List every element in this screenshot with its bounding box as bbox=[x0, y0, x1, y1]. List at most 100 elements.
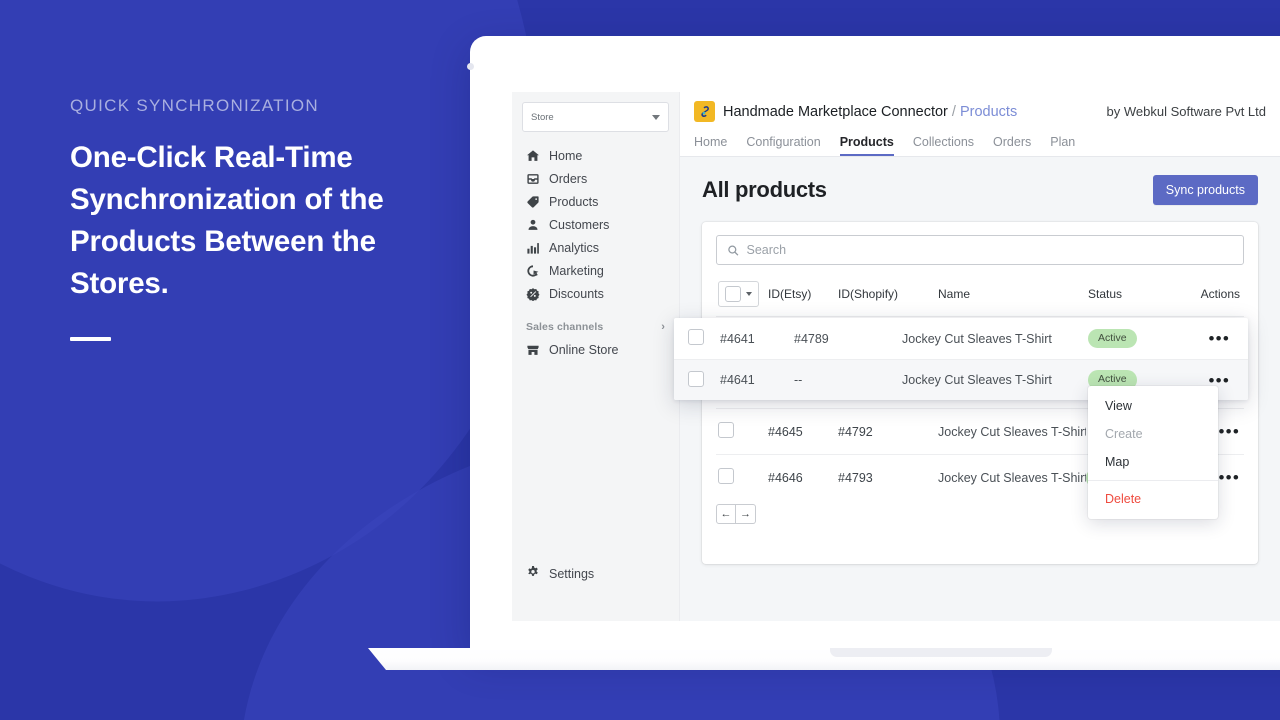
cell-id-etsy: #4641 bbox=[720, 331, 755, 346]
customers-icon bbox=[526, 218, 540, 232]
search-input[interactable] bbox=[746, 243, 1233, 257]
column-header-status: Status bbox=[1088, 287, 1123, 301]
sidebar-section-label: Sales channels bbox=[526, 321, 604, 333]
laptop-base bbox=[368, 648, 1280, 670]
chevron-right-icon: › bbox=[661, 321, 665, 333]
table-header-row: ID(Etsy) ID(Shopify) Name Status Actions bbox=[716, 275, 1244, 317]
menu-item-delete[interactable]: Delete bbox=[1088, 485, 1218, 513]
home-icon bbox=[526, 149, 540, 163]
sidebar-item-label: Discounts bbox=[549, 286, 604, 301]
select-all-header bbox=[716, 275, 768, 317]
tab-configuration[interactable]: Configuration bbox=[746, 135, 820, 157]
menu-divider bbox=[1088, 480, 1218, 481]
tab-products[interactable]: Products bbox=[839, 135, 894, 156]
chevron-down-icon bbox=[652, 114, 660, 120]
app-topbar: Handmade Marketplace Connector / Product… bbox=[680, 92, 1280, 131]
column-header-id-etsy: ID(Etsy) bbox=[768, 287, 812, 301]
promo-eyebrow: QUICK SYNCHRONIZATION bbox=[70, 96, 319, 115]
menu-item-map[interactable]: Map bbox=[1088, 448, 1218, 476]
vendor-credit: by Webkul Software Pvt Ltd bbox=[1106, 104, 1266, 119]
sidebar-item-marketing[interactable]: Marketing bbox=[512, 259, 679, 282]
chevron-down-icon[interactable] bbox=[746, 292, 752, 296]
column-header-id-shopify: ID(Shopify) bbox=[838, 287, 899, 301]
cell-id-shopify: #4789 bbox=[794, 331, 829, 346]
cell-id-etsy: #4641 bbox=[720, 373, 755, 387]
sidebar-nav: Home Orders Products Customers Analytics… bbox=[512, 144, 679, 361]
tab-home[interactable]: Home bbox=[694, 135, 727, 157]
search-icon bbox=[728, 245, 739, 256]
store-selector[interactable]: Store bbox=[522, 102, 669, 132]
row-select-cell bbox=[716, 409, 768, 455]
orders-icon bbox=[526, 172, 540, 186]
pagination-next-button[interactable]: → bbox=[736, 503, 756, 524]
page-title: All products bbox=[702, 177, 827, 202]
laptop-trackpad-notch bbox=[830, 648, 1052, 657]
row-checkbox[interactable] bbox=[718, 422, 734, 438]
promo-copy: QUICK SYNCHRONIZATION One-Click Real-Tim… bbox=[70, 96, 470, 341]
sidebar-section-sales-channels[interactable]: Sales channels › bbox=[512, 321, 679, 333]
sidebar-item-label: Customers bbox=[549, 217, 610, 232]
sidebar-item-products[interactable]: Products bbox=[512, 190, 679, 213]
promo-divider-rule bbox=[70, 337, 111, 341]
row-select-cell bbox=[674, 329, 720, 348]
app-tabs: Home Configuration Products Collections … bbox=[680, 131, 1280, 157]
tab-collections[interactable]: Collections bbox=[913, 135, 974, 157]
promo-slide: QUICK SYNCHRONIZATION One-Click Real-Tim… bbox=[0, 0, 1280, 720]
row-checkbox[interactable] bbox=[688, 370, 704, 387]
menu-item-create: Create bbox=[1105, 427, 1143, 441]
sidebar-item-orders[interactable]: Orders bbox=[512, 167, 679, 190]
status-badge: Active bbox=[1088, 328, 1137, 349]
page-header: All products Sync products bbox=[702, 175, 1258, 205]
gear-icon bbox=[526, 565, 540, 582]
row-actions-menu-icon[interactable]: ••• bbox=[1219, 468, 1240, 487]
marketing-icon bbox=[526, 264, 540, 278]
sidebar-item-label: Orders bbox=[549, 171, 588, 186]
row-actions-cell[interactable]: ••• bbox=[1192, 330, 1248, 347]
sidebar-item-label: Online Store bbox=[549, 342, 619, 357]
store-selector-label: Store bbox=[531, 111, 554, 123]
discounts-icon bbox=[526, 287, 540, 301]
table-row[interactable]: #4641 #4789 Jockey Cut Sleaves T-Shirt A… bbox=[674, 318, 1248, 359]
sidebar-item-home[interactable]: Home bbox=[512, 144, 679, 167]
sidebar-item-label: Products bbox=[549, 194, 599, 209]
tab-plan[interactable]: Plan bbox=[1050, 135, 1075, 157]
sidebar-item-label: Analytics bbox=[549, 240, 600, 255]
sync-products-button[interactable]: Sync products bbox=[1152, 175, 1258, 205]
row-select-cell bbox=[674, 370, 720, 390]
cell-name: Jockey Cut Sleaves T-Shirt bbox=[902, 331, 1052, 346]
search-field[interactable] bbox=[716, 235, 1244, 265]
sidebar-item-analytics[interactable]: Analytics bbox=[512, 236, 679, 259]
row-actions-menu-icon[interactable]: ••• bbox=[1219, 422, 1240, 441]
sidebar-item-settings[interactable]: Settings bbox=[512, 565, 679, 582]
sidebar-item-discounts[interactable]: Discounts bbox=[512, 282, 679, 305]
cell-name: Jockey Cut Sleaves T-Shirt bbox=[902, 373, 1052, 387]
cell-id-etsy: #4646 bbox=[768, 470, 803, 485]
tab-orders[interactable]: Orders bbox=[993, 135, 1031, 157]
row-select-cell bbox=[716, 455, 768, 501]
cell-name: Jockey Cut Sleaves T-Shirt bbox=[938, 424, 1086, 439]
sidebar-item-customers[interactable]: Customers bbox=[512, 213, 679, 236]
laptop-camera-dot bbox=[467, 63, 474, 70]
menu-item-view[interactable]: View bbox=[1088, 392, 1218, 420]
app-name: Handmade Marketplace Connector bbox=[723, 103, 948, 120]
sidebar-item-label: Settings bbox=[549, 566, 595, 581]
sidebar: Store Home Orders Products Customers Ana… bbox=[512, 92, 680, 621]
sidebar-item-online-store[interactable]: Online Store bbox=[512, 338, 679, 361]
online-store-icon bbox=[526, 343, 540, 357]
row-checkbox[interactable] bbox=[718, 468, 734, 485]
products-table-head: ID(Etsy) ID(Shopify) Name Status Actions bbox=[716, 275, 1244, 317]
cell-status: Active bbox=[1088, 328, 1192, 349]
select-all-checkbox[interactable] bbox=[725, 286, 741, 302]
cell-id-etsy: #4645 bbox=[768, 424, 803, 439]
row-actions-dropdown: View Create Map Delete bbox=[1088, 386, 1218, 519]
column-header-actions: Actions bbox=[1200, 287, 1240, 301]
promo-headline: One-Click Real-Time Synchronization of t… bbox=[70, 141, 384, 300]
app-logo-icon bbox=[694, 101, 715, 122]
row-actions-menu-icon[interactable]: ••• bbox=[1209, 329, 1230, 348]
row-checkbox[interactable] bbox=[688, 329, 704, 345]
cell-id-shopify: #4793 bbox=[838, 470, 873, 485]
pagination-prev-button[interactable]: ← bbox=[716, 503, 736, 524]
sidebar-item-label: Marketing bbox=[549, 263, 604, 278]
select-all-checkbox-group[interactable] bbox=[718, 281, 759, 307]
breadcrumb[interactable]: Products bbox=[960, 104, 1017, 120]
